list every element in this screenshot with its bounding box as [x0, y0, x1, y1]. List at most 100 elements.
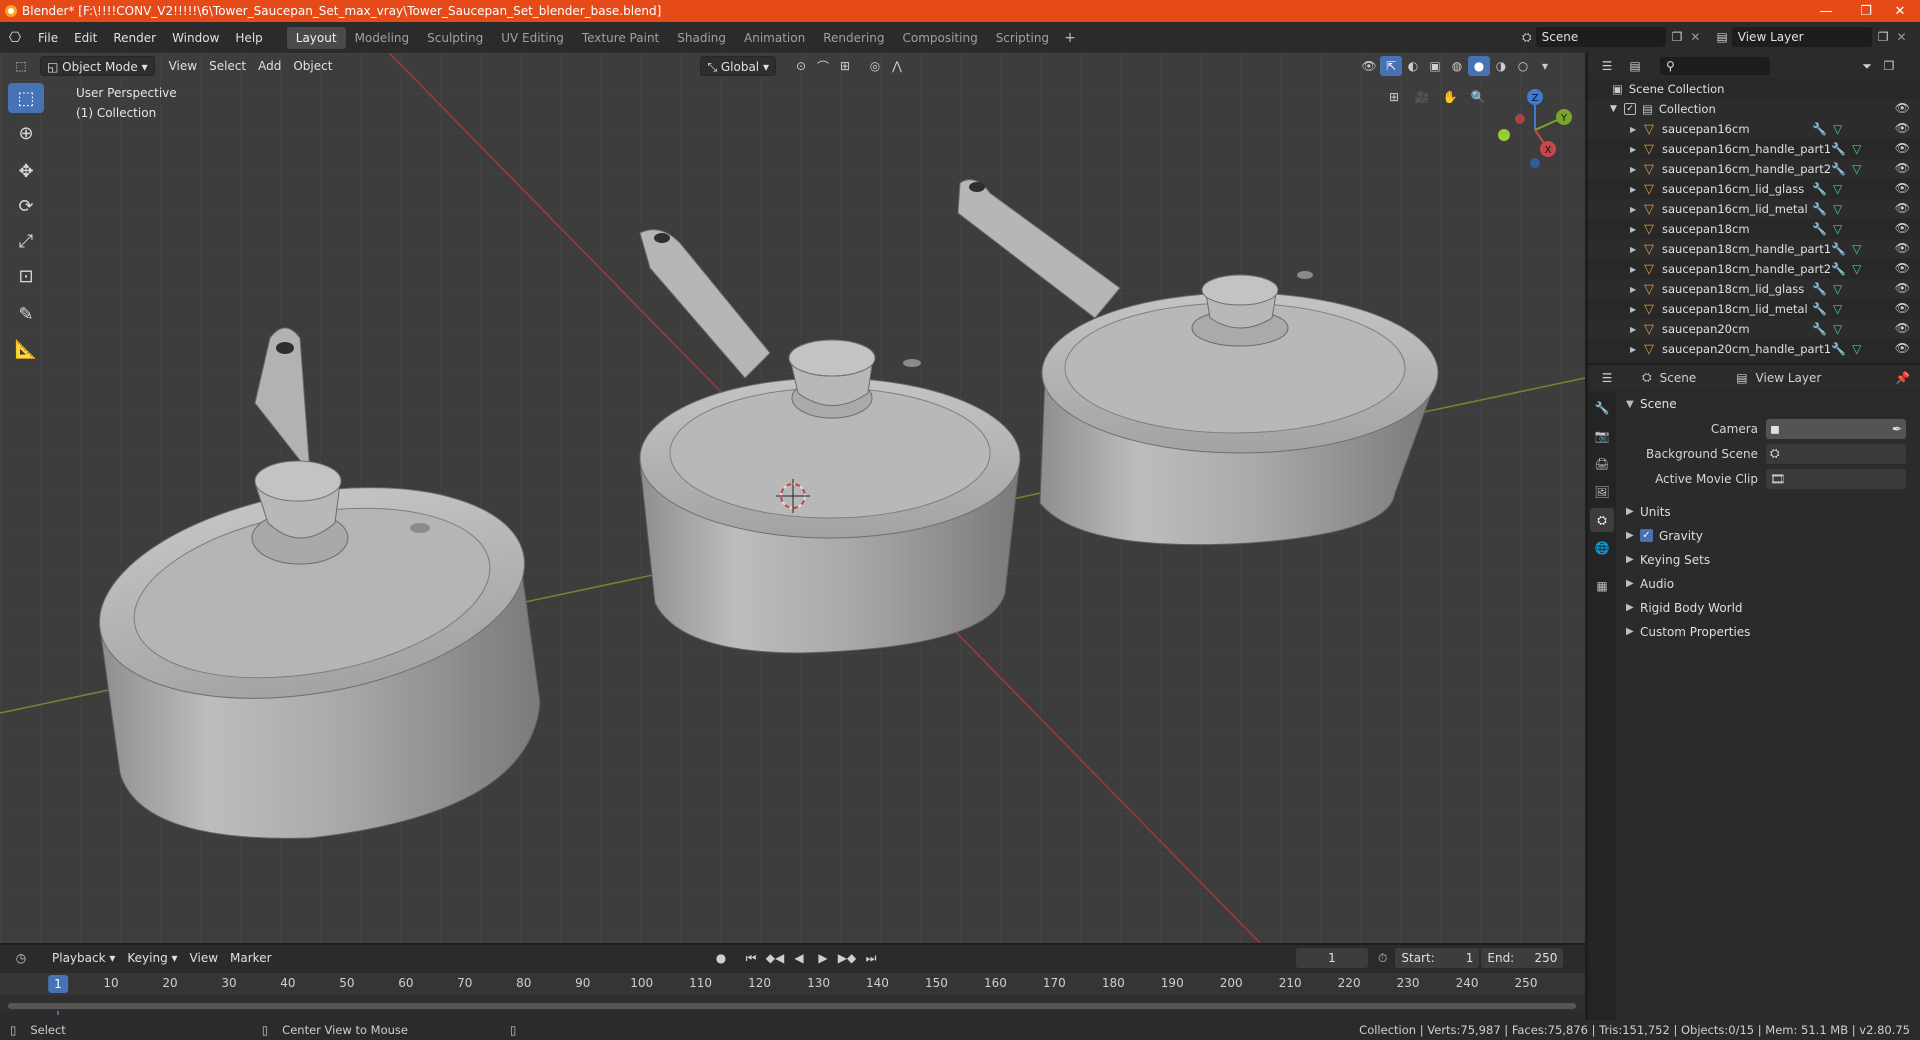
view-layer-tab-icon[interactable]: 🖼	[1590, 480, 1614, 504]
tab-animation[interactable]: Animation	[735, 27, 814, 49]
measure-tool-icon[interactable]: 📐	[8, 334, 44, 364]
visibility-icon[interactable]: 👁	[1358, 56, 1380, 76]
scene-tab-icon[interactable]: ⛭	[1590, 508, 1614, 532]
mesh-data-icon[interactable]: ▽	[1852, 262, 1861, 276]
menu-object[interactable]: Object	[287, 56, 338, 76]
timeline-editor-type-icon[interactable]: ◷	[10, 948, 32, 968]
expand-arrow-icon[interactable]: ▶	[1630, 125, 1642, 134]
viewlayer-selector[interactable]: View Layer	[1731, 27, 1872, 47]
collapse-arrow-icon[interactable]: ▼	[1610, 104, 1624, 114]
audio-panel-header[interactable]: ▶ Audio	[1618, 571, 1920, 595]
add-workspace-icon[interactable]: +	[1058, 30, 1082, 46]
mesh-data-icon[interactable]: ▽	[1852, 142, 1861, 156]
clock-icon[interactable]: ⏱	[1378, 951, 1387, 966]
collection-checkbox[interactable]: ✓	[1624, 103, 1636, 115]
tab-uv-editing[interactable]: UV Editing	[492, 27, 573, 49]
expand-arrow-icon[interactable]: ▶	[1630, 145, 1642, 154]
eye-icon[interactable]: 👁	[1895, 341, 1910, 355]
close-window-button[interactable]: ✕	[1880, 0, 1920, 22]
camera-field[interactable]: ◼ ✒	[1766, 418, 1906, 439]
expand-arrow-icon[interactable]: ▶	[1630, 185, 1642, 194]
modifier-wrench-icon[interactable]: 🔧	[1812, 122, 1827, 136]
move-tool-icon[interactable]: ✥	[8, 156, 44, 186]
outliner-object-row[interactable]: ▶ ▽ saucepan20cm 🔧 ▽ 👁	[1588, 319, 1920, 339]
eye-icon[interactable]: 👁	[1895, 201, 1910, 215]
rotate-tool-icon[interactable]: ⟳	[8, 191, 44, 221]
snap-icon[interactable]: ⌒	[812, 56, 834, 76]
eye-icon[interactable]: 👁	[1895, 281, 1910, 295]
menu-edit[interactable]: Edit	[66, 27, 105, 49]
modifier-wrench-icon[interactable]: 🔧	[1812, 182, 1827, 196]
menu-add[interactable]: Add	[252, 56, 287, 76]
menu-view[interactable]: View	[163, 56, 203, 76]
tab-compositing[interactable]: Compositing	[893, 27, 986, 49]
mesh-data-icon[interactable]: ▽	[1833, 302, 1842, 316]
render-tab-icon[interactable]: 📷	[1590, 424, 1614, 448]
xray-toggle-icon[interactable]: ▣	[1424, 56, 1446, 76]
eye-icon[interactable]: 👁	[1895, 121, 1910, 135]
toggle-ortho-icon[interactable]: ⊞	[1383, 87, 1405, 107]
annotate-tool-icon[interactable]: ✎	[8, 299, 44, 329]
tab-scripting[interactable]: Scripting	[987, 27, 1058, 49]
outliner-object-row[interactable]: ▶ ▽ saucepan16cm_handle_part2 🔧 ▽ 👁	[1588, 159, 1920, 179]
next-keyframe-icon[interactable]: ▶◆	[836, 948, 858, 968]
zoom-view-icon[interactable]: 🔍	[1467, 87, 1489, 107]
expand-arrow-icon[interactable]: ▶	[1630, 265, 1642, 274]
texture-tab-icon[interactable]: ▦	[1590, 574, 1614, 598]
editor-type-icon[interactable]: ⬚	[10, 56, 32, 76]
minimize-button[interactable]: —	[1806, 0, 1846, 22]
eye-icon[interactable]: 👁	[1895, 101, 1910, 115]
outliner-object-row[interactable]: ▶ ▽ saucepan18cm_lid_glass 🔧 ▽ 👁	[1588, 279, 1920, 299]
eyedropper-icon[interactable]: ✒	[1892, 422, 1902, 436]
scene-panel-header[interactable]: ▼ Scene	[1618, 392, 1920, 416]
scene-selector[interactable]: Scene	[1535, 27, 1666, 47]
rendered-shading-icon[interactable]: ○	[1512, 56, 1534, 76]
tool-tab-icon[interactable]: 🔧	[1590, 396, 1614, 420]
object-mode-dropdown[interactable]: ◱ Object Mode ▾	[40, 56, 155, 76]
outliner-object-row[interactable]: ▶ ▽ saucepan16cm_lid_metal 🔧 ▽ 👁	[1588, 199, 1920, 219]
keying-sets-panel-header[interactable]: ▶ Keying Sets	[1618, 547, 1920, 571]
new-scene-icon[interactable]: ❐	[1672, 30, 1683, 44]
mesh-data-icon[interactable]: ▽	[1852, 342, 1861, 356]
scale-tool-icon[interactable]: ⤢	[8, 226, 44, 256]
gravity-panel-header[interactable]: ▶ ✓ Gravity	[1618, 523, 1920, 547]
output-tab-icon[interactable]: 🖨	[1590, 452, 1614, 476]
jump-start-icon[interactable]: ⏮	[740, 948, 762, 968]
outliner-collection[interactable]: ▼ ✓ ▤ Collection 👁	[1588, 99, 1920, 119]
play-icon[interactable]: ▶	[812, 948, 834, 968]
modifier-wrench-icon[interactable]: 🔧	[1831, 342, 1846, 356]
pin-icon[interactable]: 📌	[1895, 371, 1910, 385]
tab-shading[interactable]: Shading	[668, 27, 735, 49]
tab-sculpting[interactable]: Sculpting	[418, 27, 492, 49]
outliner-search-input[interactable]: ⚲	[1660, 57, 1770, 75]
display-mode-icon[interactable]: ▤	[1624, 56, 1646, 76]
tab-texture-paint[interactable]: Texture Paint	[573, 27, 668, 49]
modifier-wrench-icon[interactable]: 🔧	[1812, 302, 1827, 316]
modifier-wrench-icon[interactable]: 🔧	[1831, 242, 1846, 256]
outliner-object-row[interactable]: ▶ ▽ saucepan16cm_lid_glass 🔧 ▽ 👁	[1588, 179, 1920, 199]
modifier-wrench-icon[interactable]: 🔧	[1831, 162, 1846, 176]
filter-icon[interactable]: ⏷	[1856, 56, 1878, 76]
transform-tool-icon[interactable]: ⊡	[8, 261, 44, 291]
delete-viewlayer-icon[interactable]: ✕	[1897, 30, 1907, 44]
outliner-object-row[interactable]: ▶ ▽ saucepan20cm_handle_part1 🔧 ▽ 👁	[1588, 339, 1920, 359]
pivot-point-icon[interactable]: ⊙	[790, 56, 812, 76]
end-frame-field[interactable]: End: 250	[1481, 948, 1564, 968]
expand-arrow-icon[interactable]: ▶	[1630, 305, 1642, 314]
menu-timeline-view[interactable]: View	[184, 948, 224, 968]
custom-properties-panel-header[interactable]: ▶ Custom Properties	[1618, 619, 1920, 643]
eye-icon[interactable]: 👁	[1895, 181, 1910, 195]
eye-icon[interactable]: 👁	[1895, 261, 1910, 275]
new-collection-icon[interactable]: ❐	[1878, 56, 1900, 76]
timeline-scrollbar[interactable]	[8, 1003, 1576, 1009]
menu-help[interactable]: Help	[227, 27, 270, 49]
transform-orientation-dropdown[interactable]: ⤡ Global ▾	[700, 56, 776, 76]
eye-icon[interactable]: 👁	[1895, 321, 1910, 335]
material-shading-icon[interactable]: ◑	[1490, 56, 1512, 76]
blender-menu-icon[interactable]: ⎔	[0, 30, 30, 46]
rigid-body-world-panel-header[interactable]: ▶ Rigid Body World	[1618, 595, 1920, 619]
outliner-object-row[interactable]: ▶ ▽ saucepan18cm_handle_part1 🔧 ▽ 👁	[1588, 239, 1920, 259]
outliner-object-row[interactable]: ▶ ▽ saucepan16cm 🔧 ▽ 👁	[1588, 119, 1920, 139]
outliner-object-row[interactable]: ▶ ▽ saucepan18cm_lid_metal 🔧 ▽ 👁	[1588, 299, 1920, 319]
expand-arrow-icon[interactable]: ▶	[1630, 285, 1642, 294]
